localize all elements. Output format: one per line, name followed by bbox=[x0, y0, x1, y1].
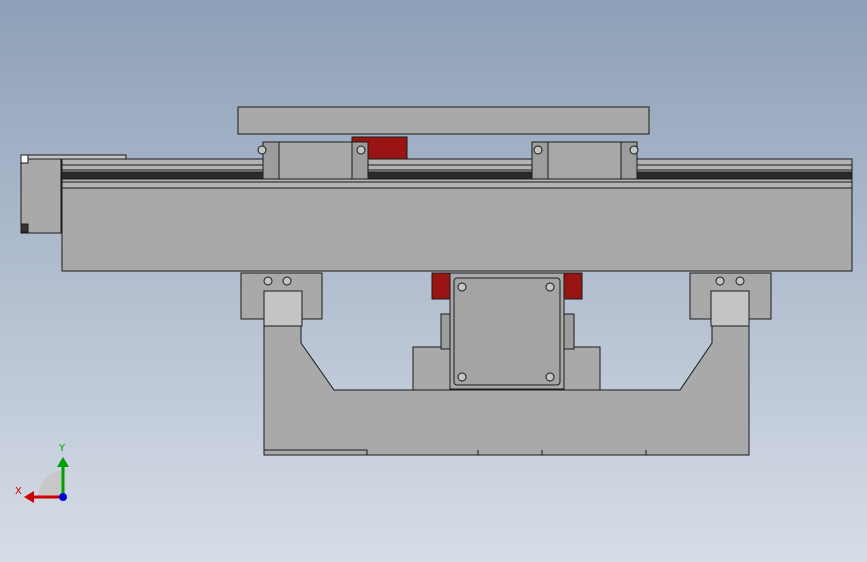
triad-y-label: Y bbox=[59, 443, 66, 454]
lower-nipple-3 bbox=[715, 276, 725, 286]
motor-corner-top bbox=[20, 154, 29, 164]
grease-nipple-2 bbox=[356, 145, 366, 155]
triad-z-axis bbox=[59, 493, 67, 501]
mount-bolt-1 bbox=[457, 282, 467, 292]
lower-nipple-4 bbox=[735, 276, 745, 286]
rail-groove bbox=[61, 171, 853, 180]
grease-nipple-3 bbox=[533, 145, 543, 155]
motor-face-inner bbox=[453, 277, 561, 386]
mount-bolt-2 bbox=[545, 282, 555, 292]
mount-bolt-4 bbox=[545, 372, 555, 382]
motor-flange[interactable] bbox=[20, 154, 62, 234]
lower-rail-right bbox=[710, 290, 750, 327]
lower-nipple-2 bbox=[282, 276, 292, 286]
motor-coupler[interactable] bbox=[27, 154, 127, 160]
rail-body[interactable] bbox=[61, 187, 853, 272]
lower-nipple-1 bbox=[263, 276, 273, 286]
motor-corner-bottom bbox=[20, 223, 29, 233]
mount-bolt-3 bbox=[457, 372, 467, 382]
carriage-block-right-inner bbox=[547, 141, 622, 180]
cad-viewport[interactable]: Y X bbox=[0, 0, 867, 562]
grease-nipple-4 bbox=[629, 145, 639, 155]
top-carriage-plate[interactable] bbox=[237, 106, 650, 135]
carriage-block-left-inner bbox=[278, 141, 353, 180]
triad-x-label: X bbox=[15, 486, 22, 497]
lower-rail-left bbox=[263, 290, 303, 327]
grease-nipple-1 bbox=[257, 145, 267, 155]
